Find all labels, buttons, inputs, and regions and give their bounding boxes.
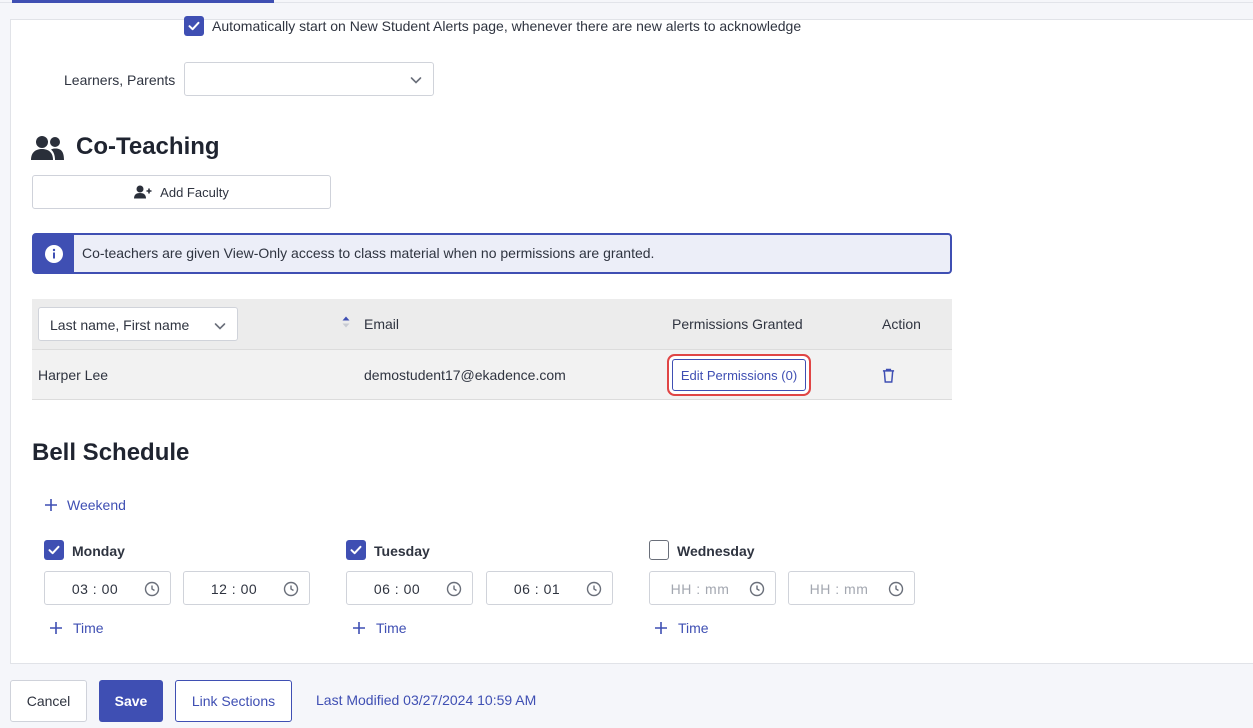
- info-banner: Co-teachers are given View-Only access t…: [32, 233, 952, 274]
- learners-parents-select[interactable]: [184, 62, 434, 96]
- weekend-label: Weekend: [67, 497, 126, 513]
- add-faculty-button[interactable]: Add Faculty: [32, 175, 331, 209]
- coteacher-name: Harper Lee: [38, 367, 109, 383]
- info-icon-wrap: [34, 235, 74, 272]
- trash-icon[interactable]: [882, 368, 895, 383]
- wednesday-label: Wednesday: [677, 543, 755, 559]
- auto-start-checkbox[interactable]: [184, 16, 204, 36]
- user-plus-icon: [134, 185, 152, 199]
- monday-label: Monday: [72, 543, 125, 559]
- tuesday-start-time[interactable]: 06 : 00: [346, 571, 473, 605]
- tuesday-end-time[interactable]: 06 : 01: [486, 571, 613, 605]
- clock-icon: [749, 581, 765, 597]
- sort-icon[interactable]: [341, 314, 351, 330]
- coteaching-title: Co-Teaching: [76, 133, 220, 160]
- auto-start-label: Automatically start on New Student Alert…: [212, 18, 802, 34]
- wednesday-start-time[interactable]: HH : mm: [649, 571, 776, 605]
- clock-icon: [283, 581, 299, 597]
- column-header-action: Action: [882, 316, 921, 332]
- plus-icon: [655, 622, 667, 634]
- add-weekend-button[interactable]: Weekend: [44, 497, 126, 513]
- clock-icon: [144, 581, 160, 597]
- monday-checkbox[interactable]: [44, 540, 64, 560]
- plus-icon: [353, 622, 365, 634]
- plus-icon: [50, 622, 62, 634]
- learners-parents-label: Learners, Parents: [64, 72, 176, 88]
- monday-add-time-label: Time: [73, 620, 104, 636]
- chevron-down-icon: [214, 323, 226, 330]
- column-header-email: Email: [364, 316, 400, 332]
- link-sections-button[interactable]: Link Sections: [175, 680, 292, 722]
- wednesday-end-time[interactable]: HH : mm: [788, 571, 915, 605]
- chevron-down-icon: [410, 77, 422, 84]
- settings-panel: Automatically start on New Student Alert…: [10, 16, 1253, 664]
- clock-icon: [586, 581, 602, 597]
- name-sort-value: Last name, First name: [50, 317, 190, 333]
- add-faculty-label: Add Faculty: [160, 184, 229, 200]
- info-icon: [45, 244, 63, 263]
- monday-end-value: 12 : 00: [210, 581, 258, 597]
- tuesday-end-value: 06 : 01: [513, 581, 561, 597]
- table-header: Last name, First name Email Permissions …: [32, 299, 952, 349]
- tuesday-checkbox[interactable]: [346, 540, 366, 560]
- table-row: Harper Lee demostudent17@ekadence.com Ed…: [32, 349, 952, 400]
- wednesday-end-value: HH : mm: [809, 581, 869, 597]
- coteachers-table: Last name, First name Email Permissions …: [32, 299, 952, 401]
- edit-permissions-button[interactable]: Edit Permissions (0): [672, 359, 806, 391]
- info-text: Co-teachers are given View-Only access t…: [82, 245, 655, 261]
- check-icon: [188, 21, 200, 31]
- cancel-button[interactable]: Cancel: [10, 680, 87, 722]
- check-icon: [48, 545, 60, 555]
- column-header-permissions: Permissions Granted: [672, 316, 803, 332]
- coteacher-email: demostudent17@ekadence.com: [364, 367, 566, 383]
- monday-add-time-button[interactable]: Time: [49, 620, 104, 636]
- check-icon: [350, 545, 362, 555]
- clock-icon: [888, 581, 904, 597]
- active-tab-indicator: [12, 0, 274, 3]
- clock-icon: [446, 581, 462, 597]
- tuesday-add-time-button[interactable]: Time: [352, 620, 407, 636]
- tuesday-start-value: 06 : 00: [373, 581, 421, 597]
- monday-start-time[interactable]: 03 : 00: [44, 571, 171, 605]
- tuesday-add-time-label: Time: [376, 620, 407, 636]
- name-sort-select[interactable]: Last name, First name: [38, 307, 238, 341]
- wednesday-add-time-label: Time: [678, 620, 709, 636]
- save-button[interactable]: Save: [99, 680, 163, 722]
- wednesday-add-time-button[interactable]: Time: [654, 620, 709, 636]
- last-modified-text: Last Modified 03/27/2024 10:59 AM: [316, 692, 537, 708]
- wednesday-start-value: HH : mm: [670, 581, 730, 597]
- wednesday-checkbox[interactable]: [649, 540, 669, 560]
- tuesday-label: Tuesday: [374, 543, 430, 559]
- plus-icon: [45, 499, 57, 511]
- monday-end-time[interactable]: 12 : 00: [183, 571, 310, 605]
- monday-start-value: 03 : 00: [71, 581, 119, 597]
- bell-schedule-title: Bell Schedule: [32, 439, 190, 466]
- users-icon: [31, 134, 65, 162]
